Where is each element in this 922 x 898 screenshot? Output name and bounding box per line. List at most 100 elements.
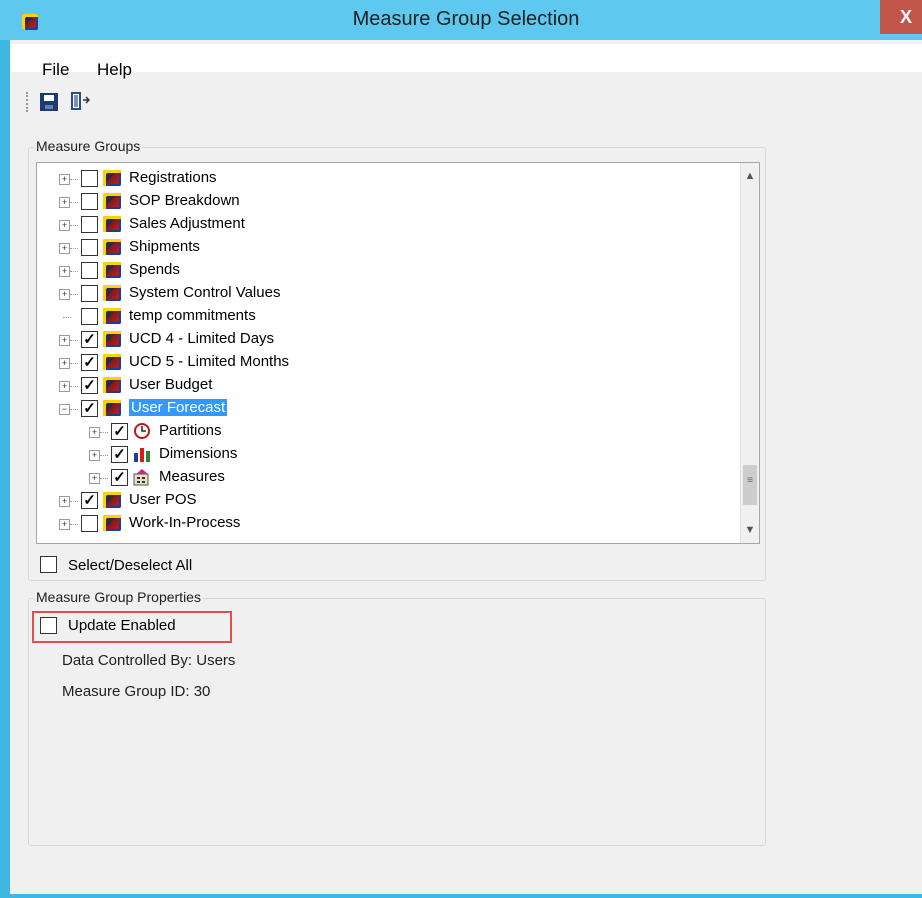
update-enabled-checkbox[interactable] — [40, 617, 57, 634]
tree-checkbox[interactable] — [81, 193, 98, 210]
title-bar[interactable]: Measure Group Selection X — [0, 0, 922, 40]
tree-row[interactable]: + ✓ UCD 4 - Limited Days — [37, 328, 727, 351]
tree-connector — [70, 340, 78, 341]
tree-connector — [70, 386, 78, 387]
cube-icon — [103, 262, 121, 278]
tree-checkbox[interactable] — [81, 285, 98, 302]
calculator-icon — [133, 468, 151, 486]
tree-checkbox[interactable]: ✓ — [81, 400, 98, 417]
bar-chart-icon — [133, 445, 151, 462]
tree-row[interactable]: − ✓ User Forecast — [37, 397, 727, 420]
expand-icon[interactable]: + — [59, 358, 70, 369]
tree-connector — [70, 524, 78, 525]
expand-icon[interactable]: + — [59, 519, 70, 530]
tree-checkbox[interactable] — [81, 262, 98, 279]
tree-row[interactable]: + ✓ UCD 5 - Limited Months — [37, 351, 727, 374]
tree-row[interactable]: + SOP Breakdown — [37, 190, 727, 213]
cube-icon — [103, 515, 121, 531]
tree-connector — [63, 317, 71, 318]
tree-item-label[interactable]: Dimensions — [159, 445, 237, 462]
vertical-scrollbar[interactable]: ▲ ≡ ▼ — [740, 163, 759, 543]
scroll-down-icon[interactable]: ▼ — [741, 521, 759, 539]
tree-connector — [70, 202, 78, 203]
tree-row[interactable]: + ✓ Partitions — [37, 420, 727, 443]
tree-item-label[interactable]: Registrations — [129, 169, 217, 186]
scroll-up-icon[interactable]: ▲ — [741, 167, 759, 185]
tree-row[interactable]: + ✓ User POS — [37, 489, 727, 512]
tree-checkbox[interactable] — [81, 170, 98, 187]
tree-item-label[interactable]: System Control Values — [129, 284, 280, 301]
tree-item-label[interactable]: Shipments — [129, 238, 200, 255]
tree-item-label[interactable]: Sales Adjustment — [129, 215, 245, 232]
select-all-label: Select/Deselect All — [68, 557, 193, 574]
cube-icon — [103, 377, 121, 393]
tree-row[interactable]: + Sales Adjustment — [37, 213, 727, 236]
expand-icon[interactable]: + — [89, 473, 100, 484]
tree-checkbox[interactable]: ✓ — [81, 492, 98, 509]
tree-connector — [70, 248, 78, 249]
menu-file[interactable]: File — [42, 60, 69, 80]
scroll-thumb[interactable]: ≡ — [743, 465, 757, 505]
tree-item-label[interactable]: Spends — [129, 261, 180, 278]
expand-icon[interactable]: + — [59, 220, 70, 231]
tree-row[interactable]: + Registrations — [37, 167, 727, 190]
exit-door-icon[interactable] — [68, 90, 91, 112]
tree-checkbox[interactable]: ✓ — [81, 354, 98, 371]
expand-icon[interactable]: + — [59, 496, 70, 507]
tree-item-label[interactable]: SOP Breakdown — [129, 192, 240, 209]
tree-item-label[interactable]: UCD 4 - Limited Days — [129, 330, 274, 347]
tree-item-label[interactable]: Work-In-Process — [129, 514, 240, 531]
tree-item-label[interactable]: UCD 5 - Limited Months — [129, 353, 289, 370]
tree-row[interactable]: + Spends — [37, 259, 727, 282]
save-icon[interactable] — [40, 93, 58, 111]
tree-connector — [100, 432, 108, 433]
tree-row[interactable]: + ✓ User Budget — [37, 374, 727, 397]
tree-connector — [70, 409, 78, 410]
toolbar-grip — [26, 92, 30, 112]
expand-icon[interactable]: + — [59, 381, 70, 392]
measure-groups-tree[interactable]: + Work-In-Process + ✓ User POS + ✓ Measures + ✓ Di… — [36, 162, 760, 544]
tree-item-label[interactable]: temp commitments — [129, 307, 256, 324]
menu-bar: File Help — [10, 44, 922, 79]
tree-checkbox[interactable]: ✓ — [81, 377, 98, 394]
tree-checkbox[interactable]: ✓ — [111, 423, 128, 440]
tree-row[interactable]: + ✓ Dimensions — [37, 443, 727, 466]
tree-row[interactable]: + Work-In-Process — [37, 512, 727, 535]
tree-checkbox[interactable]: ✓ — [81, 331, 98, 348]
tree-connector — [100, 478, 108, 479]
cube-icon — [103, 193, 121, 209]
tree-checkbox[interactable]: ✓ — [111, 446, 128, 463]
close-button[interactable]: X — [880, 0, 922, 34]
collapse-icon[interactable]: − — [59, 404, 70, 415]
expand-icon[interactable]: + — [59, 243, 70, 254]
tree-checkbox[interactable] — [81, 216, 98, 233]
tree-item-label[interactable]: User POS — [129, 491, 197, 508]
tree-connector — [70, 225, 78, 226]
expand-icon[interactable]: + — [89, 450, 100, 461]
select-all-checkbox[interactable] — [40, 556, 57, 573]
tree-row[interactable]: + System Control Values — [37, 282, 727, 305]
expand-icon[interactable]: + — [59, 335, 70, 346]
tree-checkbox[interactable] — [81, 239, 98, 256]
tree-item-label[interactable]: Measures — [159, 468, 225, 485]
expand-icon[interactable]: + — [59, 174, 70, 185]
tree-item-label[interactable]: User Budget — [129, 376, 212, 393]
expand-icon[interactable]: + — [59, 197, 70, 208]
cube-icon — [103, 308, 121, 324]
expand-icon[interactable]: + — [89, 427, 100, 438]
tree-row[interactable]: + ✓ Measures — [37, 466, 727, 489]
cube-icon — [103, 354, 121, 370]
tree-checkbox[interactable]: ✓ — [111, 469, 128, 486]
menu-help[interactable]: Help — [97, 60, 132, 80]
tree-connector — [70, 271, 78, 272]
expand-icon[interactable]: + — [59, 289, 70, 300]
measure-groups-label: Measure Groups — [34, 138, 143, 154]
expand-icon[interactable]: + — [59, 266, 70, 277]
tree-row[interactable]: + Shipments — [37, 236, 727, 259]
data-controlled-by-text: Data Controlled By: Users — [62, 652, 236, 669]
tree-item-label[interactable]: User Forecast — [129, 399, 228, 416]
tree-checkbox[interactable] — [81, 515, 98, 532]
tree-item-label[interactable]: Partitions — [159, 422, 222, 439]
tree-checkbox[interactable] — [81, 308, 98, 325]
tree-row[interactable]: temp commitments — [37, 305, 727, 328]
